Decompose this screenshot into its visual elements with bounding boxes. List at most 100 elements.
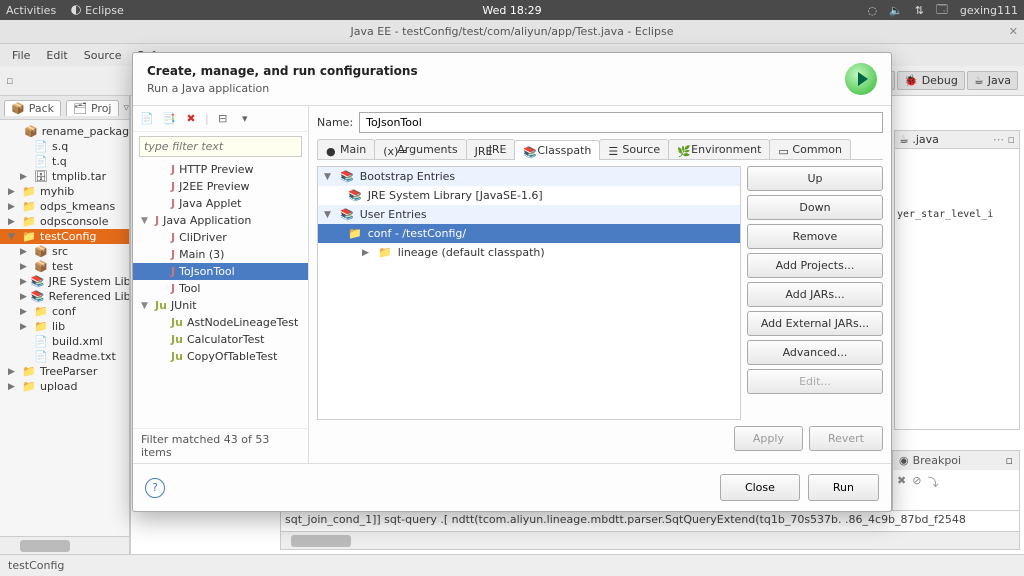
console-view[interactable]: sqt_join_cond_1]] sqt-query .[ ndtt(tcom… [280, 510, 1020, 550]
new-config-icon[interactable]: 📄 [139, 111, 155, 127]
cfg-item-AstNodeLineageTest[interactable]: Ju AstNodeLineageTest [133, 314, 308, 331]
cfg-item-CalculatorTest[interactable]: Ju CalculatorTest [133, 331, 308, 348]
view-menu-icon[interactable]: ▿ [124, 101, 130, 114]
tab-arguments[interactable]: (x)=Arguments [374, 139, 466, 159]
tab-main[interactable]: ●Main [317, 139, 375, 159]
close-button[interactable]: Close [720, 474, 800, 501]
breakpoints-tab[interactable]: Breakpoi [913, 454, 961, 467]
classpath-conf-entry[interactable]: 📁 conf - /testConfig/ [318, 224, 740, 243]
pkg-item-odps_kmeans[interactable]: ▶📁odps_kmeans [0, 199, 129, 214]
pkg-item-odpsconsole[interactable]: ▶📁odpsconsole [0, 214, 129, 229]
perspective-java[interactable]: ☕ Java [967, 71, 1018, 90]
view-toolbar-icon[interactable]: ⋯ ▫ [993, 133, 1015, 146]
cfg-item-CopyOfTableTest[interactable]: Ju CopyOfTableTest [133, 348, 308, 365]
remove-button[interactable]: Remove [747, 224, 883, 249]
cfg-item-Java-Applet[interactable]: J Java Applet [133, 195, 308, 212]
cfg-item-Java-Application[interactable]: ▼J Java Application [133, 212, 308, 229]
add-jars-button[interactable]: Add JARs... [747, 282, 883, 307]
classpath-lineage-entry[interactable]: ▶📁 lineage (default classpath) [318, 243, 740, 262]
clock[interactable]: Wed 18:29 [482, 4, 541, 17]
duplicate-config-icon[interactable]: 📑 [161, 111, 177, 127]
name-label: Name: [317, 116, 353, 129]
pkg-item-test[interactable]: ▶📦test [0, 259, 129, 274]
pkg-item-Readme-txt[interactable]: 📄Readme.txt [0, 349, 129, 364]
perspective-debug[interactable]: 🐞 Debug [897, 71, 965, 90]
collapse-icon[interactable]: ⊟ [215, 111, 231, 127]
cfg-item-Main-3-[interactable]: J Main (3) [133, 246, 308, 263]
cfg-item-CliDriver[interactable]: J CliDriver [133, 229, 308, 246]
package-tree[interactable]: 📦rename_package📄s.q📄t.q▶🗄tmplib.tar▶📁myh… [0, 120, 129, 536]
user-entries[interactable]: ▼📚 User Entries [318, 205, 740, 224]
cfg-item-ToJsonTool[interactable]: J ToJsonTool [133, 263, 308, 280]
pkg-item-s-q[interactable]: 📄s.q [0, 139, 129, 154]
help-icon[interactable]: ? [145, 478, 165, 498]
name-input[interactable] [359, 112, 883, 133]
tab-jre[interactable]: JREJRE [466, 139, 516, 159]
advanced-button[interactable]: Advanced... [747, 340, 883, 365]
a11y-icon[interactable]: ◌ [867, 4, 877, 17]
cfg-item-Tool[interactable]: J Tool [133, 280, 308, 297]
cfg-item-J2EE-Preview[interactable]: J J2EE Preview [133, 178, 308, 195]
pkg-item-Referenced-Libr[interactable]: ▶📚Referenced Libr [0, 289, 129, 304]
pkg-item-conf[interactable]: ▶📁conf [0, 304, 129, 319]
pkg-item-tmplib-tar[interactable]: ▶🗄tmplib.tar [0, 169, 129, 184]
jre-system-library[interactable]: 📚 JRE System Library [JavaSE-1.6] [318, 186, 740, 205]
battery-icon[interactable]: 🗔 [936, 1, 948, 20]
package-scroll-h[interactable] [0, 536, 129, 554]
apply-button[interactable]: Apply [734, 426, 803, 451]
status-selection: testConfig [8, 559, 64, 572]
run-button[interactable]: Run [808, 474, 879, 501]
pkg-item-t-q[interactable]: 📄t.q [0, 154, 129, 169]
arguments-tab-icon: (x)= [383, 145, 393, 155]
pkg-item-upload[interactable]: ▶📁upload [0, 379, 129, 394]
bp-remove-icon[interactable]: ✖ [897, 474, 906, 490]
tab-package-explorer[interactable]: 📦 Pack [4, 100, 61, 116]
pkg-item-src[interactable]: ▶📦src [0, 244, 129, 259]
volume-icon[interactable]: 🔈 [889, 4, 903, 17]
view-min-icon[interactable]: ▫ [1006, 454, 1013, 467]
activities-button[interactable]: Activities [6, 4, 56, 17]
pkg-item-rename_package[interactable]: 📦rename_package [0, 124, 129, 139]
add-external-jars-button[interactable]: Add External JARs... [747, 311, 883, 336]
menu-file[interactable]: File [6, 47, 36, 64]
bp-removeall-icon[interactable]: ⊘ [912, 474, 921, 490]
cfg-item-HTTP-Preview[interactable]: J HTTP Preview [133, 161, 308, 178]
bootstrap-entries[interactable]: ▼📚 Bootstrap Entries [318, 167, 740, 186]
pkg-item-JRE-System-Libr[interactable]: ▶📚JRE System Libr [0, 274, 129, 289]
cfg-item-JUnit[interactable]: ▼Ju JUnit [133, 297, 308, 314]
tab-environment[interactable]: 🌿Environment [668, 139, 770, 159]
editor-content: yer_star_level_i [895, 149, 1019, 280]
classpath-tree[interactable]: ▼📚 Bootstrap Entries 📚 JRE System Librar… [317, 166, 741, 420]
pkg-item-build-xml[interactable]: 📄build.xml [0, 334, 129, 349]
editor-peek: ☕ .java ⋯ ▫ yer_star_level_i [894, 130, 1020, 430]
pkg-item-TreeParser[interactable]: ▶📁TreeParser [0, 364, 129, 379]
user-menu[interactable]: gexing111 [960, 4, 1018, 17]
revert-button[interactable]: Revert [809, 426, 883, 451]
filter-config-icon[interactable]: ▾ [237, 111, 253, 127]
editor-tab[interactable]: ☕ .java [899, 133, 939, 146]
tab-source[interactable]: ☰Source [599, 139, 669, 159]
window-close-button[interactable]: ✕ [1009, 25, 1018, 38]
configurations-tree[interactable]: J HTTP PreviewJ J2EE PreviewJ Java Apple… [133, 161, 308, 428]
taskbar-eclipse[interactable]: 🌓 Eclipse [70, 4, 124, 17]
toolbar-new-icon[interactable]: ▫ [6, 74, 13, 87]
bp-skip-icon[interactable]: ⤵ [927, 474, 938, 490]
common-tab-icon: ▭ [778, 145, 788, 155]
pkg-item-myhib[interactable]: ▶📁myhib [0, 184, 129, 199]
tab-classpath[interactable]: 📚Classpath [514, 140, 600, 160]
add-projects-button[interactable]: Add Projects... [747, 253, 883, 278]
filter-input[interactable] [139, 136, 302, 157]
menu-edit[interactable]: Edit [40, 47, 73, 64]
menu-source[interactable]: Source [78, 47, 128, 64]
tab-common[interactable]: ▭Common [769, 139, 851, 159]
window-title: Java EE - testConfig/test/com/aliyun/app… [351, 25, 674, 38]
window-title-bar: Java EE - testConfig/test/com/aliyun/app… [0, 20, 1024, 44]
pkg-item-testConfig[interactable]: ▼📁testConfig [0, 229, 129, 244]
network-icon[interactable]: ⇅ [915, 4, 924, 17]
tab-project-explorer[interactable]: 🗂 Proj [66, 100, 118, 116]
down-button[interactable]: Down [747, 195, 883, 220]
pkg-item-lib[interactable]: ▶📁lib [0, 319, 129, 334]
delete-config-icon[interactable]: ✖ [183, 111, 199, 127]
main-tab-icon: ● [326, 145, 336, 155]
up-button[interactable]: Up [747, 166, 883, 191]
